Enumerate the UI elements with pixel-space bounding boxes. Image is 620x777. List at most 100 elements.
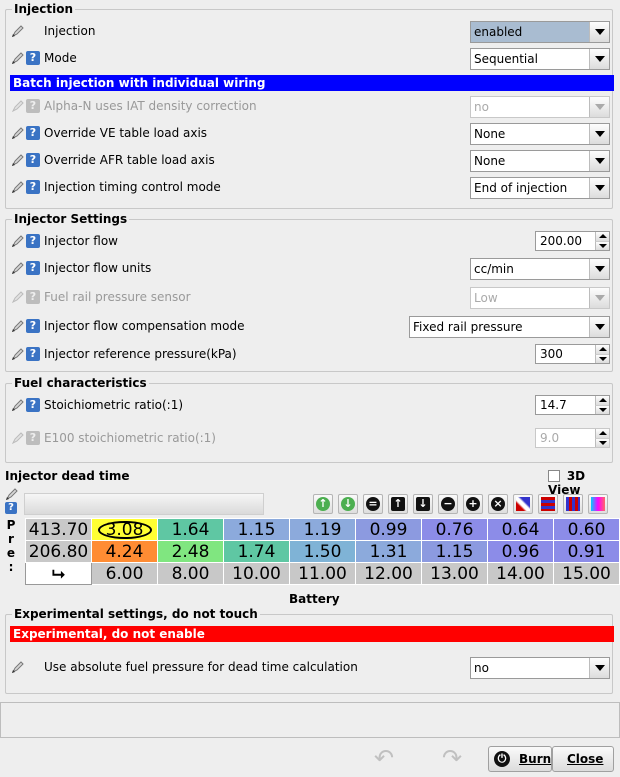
view3d-checkbox[interactable] bbox=[548, 470, 560, 482]
table-cell[interactable]: 4.24 bbox=[91, 540, 158, 563]
color-gradient-icon bbox=[591, 497, 605, 511]
table-cell[interactable]: 0.99 bbox=[355, 518, 422, 541]
help-icon[interactable]: ? bbox=[26, 398, 40, 412]
ve-axis-label: Override VE table load axis bbox=[44, 126, 208, 140]
spin-down-icon[interactable] bbox=[595, 405, 609, 414]
x-axis-label: Battery bbox=[289, 592, 340, 606]
table-cell[interactable]: 1.31 bbox=[355, 540, 422, 563]
help-icon[interactable]: ? bbox=[26, 261, 40, 275]
pencil-icon[interactable] bbox=[11, 234, 25, 248]
ref-pressure-spinner[interactable]: 300 bbox=[535, 344, 610, 364]
timing-mode-label: Injection timing control mode bbox=[44, 180, 221, 194]
increment-button[interactable]: ↑ bbox=[388, 494, 408, 514]
help-icon[interactable]: ? bbox=[26, 347, 40, 361]
mode-label: Mode bbox=[44, 51, 77, 65]
color-scale-button[interactable] bbox=[588, 494, 608, 514]
pencil-icon[interactable] bbox=[11, 126, 25, 140]
decrease-button[interactable]: ↓ bbox=[338, 494, 358, 514]
table-cell[interactable]: 1.19 bbox=[289, 518, 356, 541]
table-cell[interactable]: 1.15 bbox=[223, 518, 290, 541]
pencil-icon[interactable] bbox=[11, 261, 25, 275]
table-cell[interactable]: 0.96 bbox=[487, 540, 554, 563]
table-cell[interactable]: 1.15 bbox=[421, 540, 488, 563]
decrement-button[interactable]: ↓ bbox=[413, 494, 433, 514]
interpolate-icon bbox=[516, 497, 530, 511]
help-icon[interactable]: ? bbox=[26, 153, 40, 167]
help-icon[interactable]: ? bbox=[26, 234, 40, 248]
burn-icon: ⏻ bbox=[494, 751, 510, 767]
table-cell[interactable]: 3.08 bbox=[91, 518, 158, 541]
pencil-icon[interactable] bbox=[11, 153, 25, 167]
stoich-spinner[interactable]: 14.7 bbox=[535, 395, 610, 415]
horizontal-bars-icon bbox=[541, 497, 555, 511]
rail-sensor-select: Low bbox=[470, 287, 610, 309]
interpolate-button[interactable] bbox=[513, 494, 533, 514]
table-cell[interactable]: 0.91 bbox=[553, 540, 620, 563]
stoich-row: ? Stoichiometric ratio(:1) 14.7 bbox=[6, 395, 612, 417]
undo-icon[interactable]: ↶ bbox=[374, 744, 394, 772]
cell-edit-field[interactable] bbox=[24, 493, 264, 515]
spin-up-icon[interactable] bbox=[595, 396, 609, 405]
afr-axis-label: Override AFR table load axis bbox=[44, 153, 215, 167]
afr-axis-select[interactable]: None bbox=[470, 150, 610, 172]
table-cell[interactable]: 0.60 bbox=[553, 518, 620, 541]
help-icon[interactable]: ? bbox=[26, 126, 40, 140]
pencil-icon[interactable] bbox=[11, 24, 25, 38]
close-label: Close bbox=[567, 752, 604, 766]
table-row: 206.80 4.24 2.48 1.74 1.50 1.31 1.15 0.9… bbox=[25, 540, 620, 563]
e100-row: ? E100 stoichiometric ratio(:1) 9.0 bbox=[6, 428, 612, 450]
help-icon[interactable]: ? bbox=[5, 502, 17, 514]
row-header: 413.70 bbox=[25, 518, 92, 541]
ref-pressure-row: ? Injector reference pressure(kPa) 300 bbox=[6, 344, 612, 366]
pencil-icon[interactable] bbox=[11, 398, 25, 412]
injection-select[interactable]: enabled bbox=[470, 21, 610, 43]
horizontal-interpolate-button[interactable] bbox=[538, 494, 558, 514]
help-icon[interactable]: ? bbox=[26, 51, 40, 65]
vertical-interpolate-button[interactable] bbox=[563, 494, 583, 514]
subtract-button[interactable]: − bbox=[438, 494, 458, 514]
pencil-icon[interactable] bbox=[11, 180, 25, 194]
pencil-icon[interactable] bbox=[11, 319, 25, 333]
spin-up-icon[interactable] bbox=[595, 345, 609, 354]
burn-button[interactable]: ⏻ Burn bbox=[488, 746, 552, 772]
multiply-button[interactable]: × bbox=[488, 494, 508, 514]
experimental-title: Experimental settings, do not touch bbox=[12, 607, 260, 621]
injector-settings-title: Injector Settings bbox=[12, 212, 130, 226]
close-button[interactable]: Close bbox=[552, 746, 614, 772]
increase-button[interactable]: ↑ bbox=[313, 494, 333, 514]
pencil-icon[interactable] bbox=[11, 347, 25, 361]
spin-up-icon bbox=[595, 429, 609, 438]
stoich-label: Stoichiometric ratio(:1) bbox=[44, 398, 184, 412]
flow-comp-select[interactable]: Fixed rail pressure bbox=[409, 316, 610, 338]
pencil-icon[interactable] bbox=[11, 660, 25, 674]
flow-units-select[interactable]: cc/min bbox=[470, 258, 610, 280]
help-icon[interactable]: ? bbox=[26, 319, 40, 333]
experimental-banner: Experimental, do not enable bbox=[10, 626, 614, 642]
table-cell[interactable]: 0.64 bbox=[487, 518, 554, 541]
swap-axes-button[interactable]: ⮡ bbox=[25, 562, 92, 585]
abs-pressure-label: Use absolute fuel pressure for dead time… bbox=[44, 660, 358, 674]
ve-axis-select[interactable]: None bbox=[470, 123, 610, 145]
add-button[interactable]: + bbox=[463, 494, 483, 514]
help-icon[interactable]: ? bbox=[26, 180, 40, 194]
timing-mode-select[interactable]: End of injection bbox=[470, 177, 610, 199]
set-value-button[interactable]: = bbox=[363, 494, 383, 514]
table-cell[interactable]: 1.50 bbox=[289, 540, 356, 563]
pencil-icon[interactable] bbox=[11, 51, 25, 65]
table-cell[interactable]: 1.64 bbox=[157, 518, 224, 541]
e100-label: E100 stoichiometric ratio(:1) bbox=[44, 431, 216, 445]
view3d-toggle[interactable]: 3D View bbox=[548, 469, 620, 497]
spin-up-icon[interactable] bbox=[595, 232, 609, 241]
abs-pressure-select[interactable]: no bbox=[470, 657, 610, 679]
table-cell[interactable]: 2.48 bbox=[157, 540, 224, 563]
injector-flow-spinner[interactable]: 200.00 bbox=[535, 231, 610, 251]
table-cell[interactable]: 0.76 bbox=[421, 518, 488, 541]
flow-units-label: Injector flow units bbox=[44, 261, 152, 275]
injection-group-title: Injection bbox=[12, 2, 76, 16]
spin-down-icon[interactable] bbox=[595, 241, 609, 250]
mode-select[interactable]: Sequential bbox=[470, 48, 610, 70]
table-cell[interactable]: 1.74 bbox=[223, 540, 290, 563]
col-header: 14.00 bbox=[487, 562, 554, 585]
spin-down-icon[interactable] bbox=[595, 354, 609, 363]
redo-icon[interactable]: ↷ bbox=[442, 744, 462, 772]
